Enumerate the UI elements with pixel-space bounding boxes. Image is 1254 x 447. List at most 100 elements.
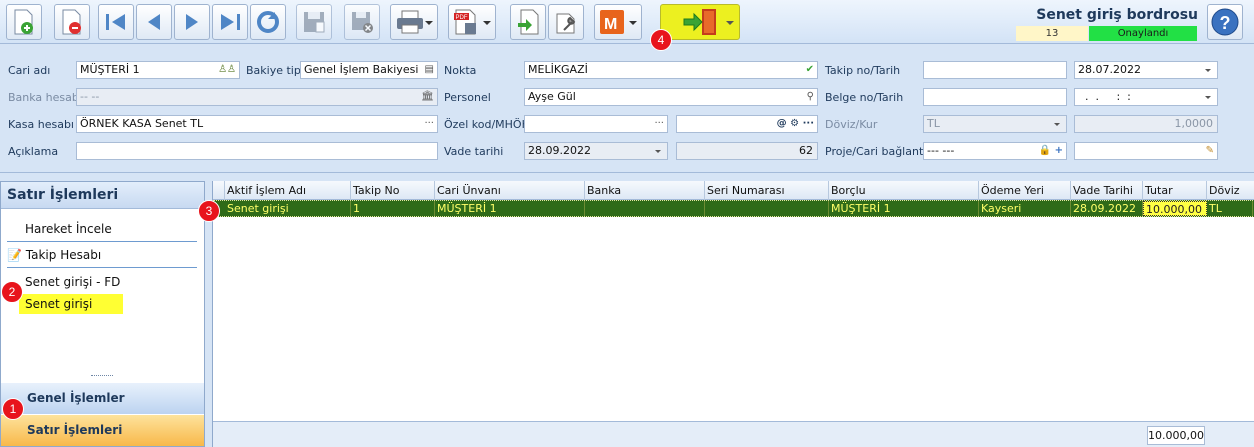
email-settings-icon[interactable]: @ ⚙ ··· (777, 116, 814, 132)
check-icon[interactable]: ✔ (806, 62, 814, 78)
ellipsis-icon[interactable]: ··· (424, 116, 434, 132)
table-cell[interactable] (705, 201, 829, 216)
table-cell[interactable]: Kayseri (979, 201, 1071, 216)
document-number: 13 (1016, 26, 1088, 41)
banka-hesabi-field[interactable]: -- -- 🏛 (76, 88, 438, 106)
divider (7, 241, 197, 242)
first-record-button[interactable] (98, 4, 134, 40)
nokta-label: Nokta (444, 64, 477, 77)
panel-item-takip-hesabi[interactable]: 📝 Takip Hesabı (7, 248, 101, 262)
column-header[interactable]: Cari Ünvanı (435, 181, 585, 200)
save-button[interactable] (296, 4, 332, 40)
pdf-export-button[interactable]: PDF (448, 4, 496, 40)
exit-button[interactable] (660, 4, 740, 40)
bakiye-tipi-field[interactable]: Genel İşlem Bakiyesi ▤ (300, 61, 438, 79)
form-area: Cari adı MÜŞTERİ 1 ♙♙ Bakiye tipi Genel … (0, 45, 1254, 173)
column-header[interactable]: Tutar (1143, 181, 1207, 200)
first-record-icon (106, 14, 125, 30)
takip-no-label: Takip no/Tarih (825, 64, 901, 77)
column-header[interactable]: Döviz (1207, 181, 1254, 200)
splitter-handle[interactable] (91, 375, 113, 379)
panel-item-hareket-incele[interactable]: Hareket İncele (25, 222, 112, 236)
person-search-icon[interactable]: ⚲ (807, 89, 814, 105)
ozel-kod-field[interactable]: ··· (524, 115, 668, 133)
table-cell[interactable]: 1 (351, 201, 435, 216)
table-cell[interactable]: MÜŞTERİ 1 (435, 201, 585, 216)
balance-picker-icon[interactable]: ▤ (425, 62, 434, 78)
belge-no-field[interactable] (923, 88, 1067, 106)
banka-hesabi-label: Banka hesabı (8, 91, 82, 104)
row-indicator-header (213, 181, 225, 200)
lock-plus-icon[interactable]: 🔒 + (1039, 143, 1063, 159)
next-record-button[interactable] (174, 4, 210, 40)
cari-baglanti-field[interactable]: ✎ (1074, 142, 1218, 160)
column-header[interactable]: Aktif İşlem Adı (225, 181, 351, 200)
lines-grid: Aktif İşlem Adı Takip No Cari Ünvanı Ban… (212, 181, 1254, 447)
last-record-icon (221, 14, 240, 30)
column-header[interactable]: Borçlu (829, 181, 979, 200)
panel-item-senet-girisi[interactable]: Senet girişi (19, 294, 123, 314)
svg-text:PDF: PDF (456, 15, 468, 21)
new-document-button[interactable] (6, 4, 42, 40)
table-cell-tutar[interactable]: 10.000,00 (1143, 201, 1207, 216)
step-badge: 3 (198, 200, 220, 222)
personel-field[interactable]: Ayşe Gül ⚲ (524, 88, 818, 106)
refresh-icon (257, 11, 279, 33)
takip-no-field[interactable] (923, 61, 1067, 79)
help-button[interactable]: ? (1207, 4, 1243, 40)
nav-satir-islemleri[interactable]: Satır İşlemleri (1, 415, 204, 446)
table-cell[interactable]: 28.09.2022 (1071, 201, 1143, 216)
step-badge: 1 (2, 398, 24, 420)
cari-adi-label: Cari adı (8, 64, 51, 77)
last-record-button[interactable] (212, 4, 248, 40)
svg-text:?: ? (1220, 13, 1231, 33)
nav-genel-islemler[interactable]: Genel İşlemler (1, 383, 204, 414)
m-app-icon: M (600, 10, 624, 34)
aciklama-label: Açıklama (8, 145, 59, 158)
aciklama-field[interactable] (76, 142, 438, 160)
belge-date-field[interactable]: . . : : (1074, 88, 1218, 106)
bakiye-tipi-label: Bakiye tipi (246, 64, 304, 77)
takip-date-field[interactable]: 28.07.2022 (1074, 61, 1218, 79)
panel-item-senet-girisi-fd[interactable]: Senet girişi - FD (25, 275, 120, 289)
toolbar: PDF M Senet giriş bordrosu 13 Onaylandı … (0, 0, 1254, 44)
ozel-kod-label: Özel kod/MHÖK (444, 118, 529, 131)
proje-field[interactable]: --- --- 🔒 + (923, 142, 1067, 160)
tools-button[interactable] (548, 4, 584, 40)
refresh-button[interactable] (250, 4, 286, 40)
delete-document-button[interactable] (54, 4, 90, 40)
column-header[interactable]: Banka (585, 181, 705, 200)
import-button[interactable] (510, 4, 546, 40)
cari-adi-field[interactable]: MÜŞTERİ 1 ♙♙ (76, 61, 240, 79)
save-icon (304, 12, 325, 33)
vade-tarihi-field[interactable]: 28.09.2022 (524, 142, 668, 160)
kasa-hesabi-field[interactable]: ÖRNEK KASA Senet TL ··· (76, 115, 438, 133)
column-header[interactable]: Seri Numarası (705, 181, 829, 200)
personel-label: Personel (444, 91, 491, 104)
vade-tarihi-label: Vade tarihi (444, 145, 504, 158)
status-badge: Onaylandı (1089, 26, 1197, 41)
currency-field[interactable]: TL (923, 115, 1067, 133)
previous-record-button[interactable] (136, 4, 172, 40)
cancel-save-button[interactable] (344, 4, 380, 40)
previous-record-icon (148, 14, 160, 30)
column-header[interactable]: Takip No (351, 181, 435, 200)
column-header[interactable]: Ödeme Yeri (979, 181, 1071, 200)
table-row[interactable]: Senet girişi 1 MÜŞTERİ 1 MÜŞTERİ 1 Kayse… (213, 200, 1254, 217)
customer-lookup-icon[interactable]: ♙♙ (218, 62, 236, 78)
bank-icon: 🏛 (421, 91, 434, 102)
table-cell[interactable] (585, 201, 705, 216)
mhok-field[interactable]: @ ⚙ ··· (676, 115, 818, 133)
ellipsis-icon[interactable]: ··· (654, 116, 664, 132)
m-app-button[interactable]: M (594, 4, 642, 40)
table-cell[interactable]: TL (1207, 201, 1253, 216)
exit-door-icon (683, 9, 716, 35)
table-cell[interactable]: MÜŞTERİ 1 (829, 201, 979, 216)
belge-no-label: Belge no/Tarih (825, 91, 904, 104)
nokta-field[interactable]: MELİKGAZİ ✔ (524, 61, 818, 79)
column-header[interactable]: Vade Tarihi (1071, 181, 1143, 200)
table-cell[interactable]: Senet girişi (225, 201, 351, 216)
eraser-icon[interactable]: ✎ (1206, 143, 1214, 159)
print-button[interactable] (390, 4, 438, 40)
grid-footer: 10.000,00 (213, 421, 1254, 447)
